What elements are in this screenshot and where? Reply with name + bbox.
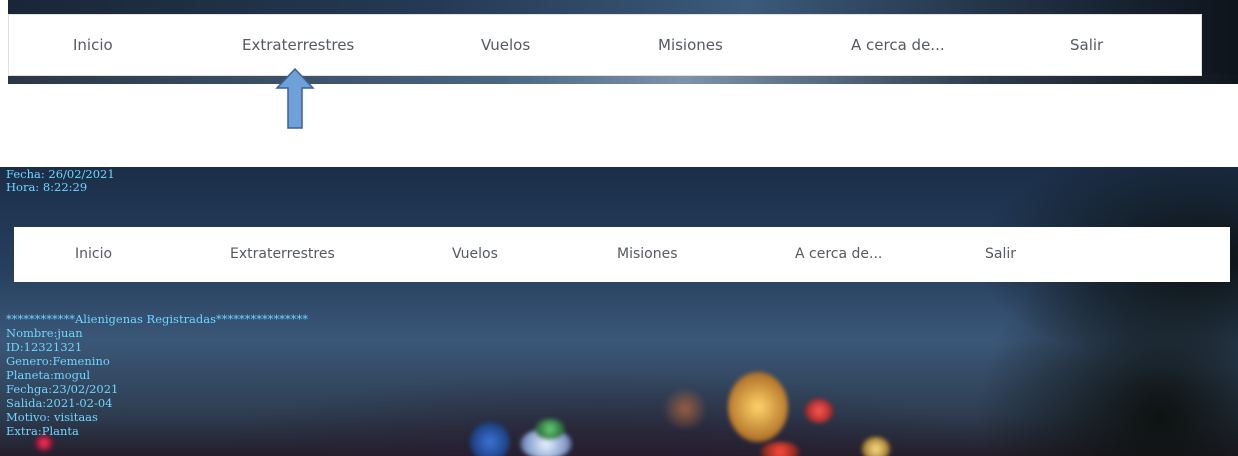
- top-nav-acerca[interactable]: A cerca de...: [851, 15, 945, 75]
- registry-fecha: Fechga:23/02/2021: [6, 382, 119, 396]
- bokeh-light: [728, 372, 788, 442]
- top-nav-extraterrestres[interactable]: Extraterrestres: [242, 15, 354, 75]
- up-arrow-icon: [275, 68, 315, 129]
- bokeh-light: [470, 422, 510, 456]
- datetime-block: Fecha: 26/02/2021 Hora: 8:22:29: [6, 168, 115, 194]
- main-nav-vuelos[interactable]: Vuelos: [452, 227, 498, 282]
- registry-planeta: Planeta:mogul: [6, 368, 91, 382]
- main-nav-acerca[interactable]: A cerca de...: [795, 227, 882, 282]
- main-nav-extraterrestres[interactable]: Extraterrestres: [230, 227, 335, 282]
- hora-text: Hora: 8:22:29: [6, 180, 88, 194]
- registry-motivo: Motivo: visitaas: [6, 410, 98, 424]
- bokeh-light: [862, 437, 890, 456]
- main-nav-salir[interactable]: Salir: [985, 227, 1016, 282]
- main-nav-misiones[interactable]: Misiones: [617, 227, 678, 282]
- bottom-screenshot: Fecha: 26/02/2021 Hora: 8:22:29 Inicio E…: [0, 167, 1238, 456]
- page-root: Inicio Extraterrestres Vuelos Misiones A…: [0, 0, 1238, 456]
- registry-salida: Salida:2021-02-04: [6, 396, 113, 410]
- bokeh-light: [535, 419, 565, 439]
- bokeh-light: [760, 442, 800, 456]
- registry-title: ************Alienigenas Registradas*****…: [6, 312, 309, 326]
- main-nav-bar: Inicio Extraterrestres Vuelos Misiones A…: [14, 227, 1230, 282]
- bokeh-light: [805, 399, 833, 423]
- alien-registry: ************Alienigenas Registradas*****…: [6, 312, 308, 438]
- top-nav-misiones[interactable]: Misiones: [658, 15, 723, 75]
- registry-genero: Genero:Femenino: [6, 354, 110, 368]
- top-nav-salir[interactable]: Salir: [1070, 15, 1103, 75]
- top-nav-inicio[interactable]: Inicio: [73, 15, 113, 75]
- main-nav-inicio[interactable]: Inicio: [75, 227, 112, 282]
- registry-nombre: Nombre:juan: [6, 326, 83, 340]
- registry-id: ID:12321321: [6, 340, 83, 354]
- registry-extra: Extra:Planta: [6, 424, 79, 438]
- top-screenshot: Inicio Extraterrestres Vuelos Misiones A…: [8, 0, 1238, 84]
- top-nav-bar: Inicio Extraterrestres Vuelos Misiones A…: [8, 14, 1202, 76]
- top-nav-vuelos[interactable]: Vuelos: [481, 15, 530, 75]
- bokeh-light: [660, 389, 710, 429]
